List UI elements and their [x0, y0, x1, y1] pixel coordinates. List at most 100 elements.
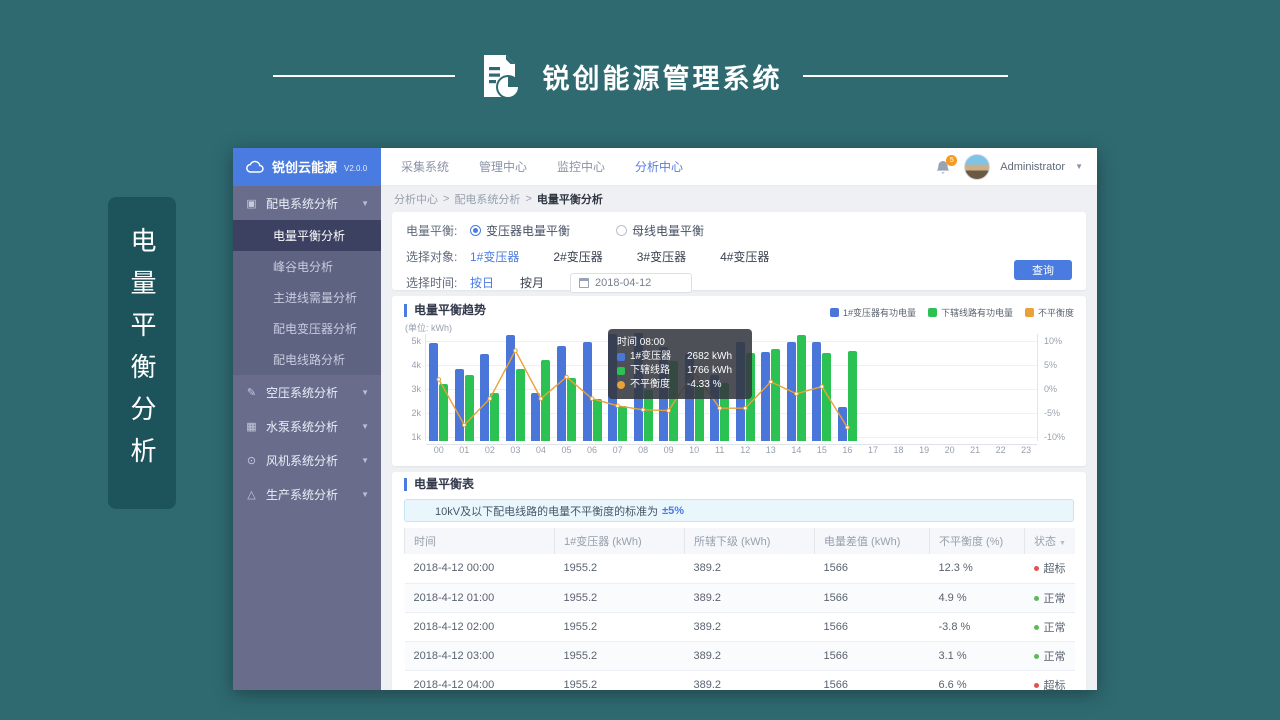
radio-icon [616, 225, 627, 236]
chevron-down-icon: ▼ [361, 422, 369, 431]
x-axis-tick: 11 [715, 445, 724, 455]
y-axis-right-tick: 10% [1044, 336, 1062, 346]
sidebar-item-1[interactable]: 峰谷电分析 [233, 251, 381, 282]
query-button[interactable]: 查询 [1014, 260, 1072, 280]
y-axis-right-tick: -5% [1044, 408, 1060, 418]
date-picker-input[interactable]: 2018-04-12 [570, 273, 692, 293]
status-badge: 正常 [1044, 651, 1066, 663]
tooltip-series-swatch-icon [617, 367, 625, 375]
chart-legend: 1#变压器有功电量下辖线路有功电量不平衡度 [830, 306, 1074, 319]
legend-item-2[interactable]: 不平衡度 [1025, 306, 1074, 319]
object-option-2[interactable]: 3#变压器 [637, 248, 686, 265]
object-option-3[interactable]: 4#变压器 [720, 248, 769, 265]
table-row: 2018-4-12 04:001955.2389.215666.6 %超标 [405, 670, 1075, 690]
table-cell: 正常 [1025, 612, 1075, 641]
date-value: 2018-04-12 [595, 277, 651, 289]
table-cell: 正常 [1025, 583, 1075, 612]
object-option-1[interactable]: 2#变压器 [553, 248, 602, 265]
sidebar-group-3[interactable]: ⊙风机系统分析▼ [233, 443, 381, 477]
header-divider-left [273, 75, 455, 77]
sidebar-group-2[interactable]: ▦水泵系统分析▼ [233, 409, 381, 443]
balance-table: 时间1#变压器 (kWh)所辖下级 (kWh)电量差值 (kWh)不平衡度 (%… [404, 528, 1075, 690]
x-axis-tick: 13 [766, 445, 776, 455]
table-cell: 1955.2 [555, 612, 685, 641]
y-axis-right-tick: 0% [1044, 384, 1057, 394]
tooltip-row-1: 下辖线路 1766 kWh [617, 364, 743, 378]
notice-text: 10kV及以下配电线路的电量不平衡度的标准为 [435, 503, 658, 519]
tooltip-series-value: 1766 kWh [687, 364, 743, 378]
x-axis-tick: 19 [919, 445, 929, 455]
top-nav-item-0[interactable]: 采集系统 [401, 158, 449, 175]
balance-radio-0[interactable]: 变压器电量平衡 [470, 222, 570, 239]
x-axis-tick: 15 [817, 445, 827, 455]
app-logo[interactable]: 锐创云能源 V2.0.0 [233, 148, 381, 186]
tooltip-series-swatch-icon [617, 381, 625, 389]
chart-unit-label: (单位: kWh) [405, 321, 452, 334]
balance-radio-1[interactable]: 母线电量平衡 [616, 222, 704, 239]
time-mode-0[interactable]: 按日 [470, 274, 494, 291]
breadcrumb: 分析中心>配电系统分析>电量平衡分析 [381, 186, 1097, 212]
table-cell: 1955.2 [555, 583, 685, 612]
status-badge: 超标 [1044, 563, 1066, 575]
table-row: 2018-4-12 01:001955.2389.215664.9 %正常 [405, 583, 1075, 612]
time-mode-1[interactable]: 按月 [520, 274, 544, 291]
tooltip-time: 时间 08:00 [617, 336, 743, 350]
column-header-5[interactable]: 状态▼ [1025, 528, 1075, 554]
sidebar-group-0[interactable]: ▣配电系统分析▼ [233, 186, 381, 220]
table-cell: 1566 [815, 554, 930, 583]
table-cell: 389.2 [685, 554, 815, 583]
x-axis-tick: 18 [893, 445, 903, 455]
top-nav-item-2[interactable]: 监控中心 [557, 158, 605, 175]
legend-swatch-icon [830, 308, 839, 317]
status-badge: 超标 [1044, 680, 1066, 691]
x-axis-tick: 02 [485, 445, 495, 455]
object-option-0[interactable]: 1#变压器 [470, 248, 519, 265]
status-dot-icon [1034, 683, 1039, 688]
table-row: 2018-4-12 02:001955.2389.21566-3.8 %正常 [405, 612, 1075, 641]
x-axis-tick: 07 [613, 445, 623, 455]
sidebar-item-4[interactable]: 配电线路分析 [233, 344, 381, 375]
sidebar-item-0[interactable]: 电量平衡分析 [233, 220, 381, 251]
distribution-grid-icon: ▣ [245, 197, 258, 210]
user-avatar[interactable] [964, 154, 990, 180]
sidebar-group-label: 水泵系统分析 [266, 418, 353, 435]
top-nav-item-1[interactable]: 管理中心 [479, 158, 527, 175]
top-nav-item-3[interactable]: 分析中心 [635, 158, 683, 175]
sidebar-submenu: 电量平衡分析峰谷电分析主进线需量分析配电变压器分析配电线路分析 [233, 220, 381, 375]
table-cell: 389.2 [685, 641, 815, 670]
tooltip-series-name: 1#变压器 [630, 350, 682, 364]
user-menu-chevron-down-icon[interactable]: ▼ [1075, 162, 1083, 171]
notification-bell-button[interactable]: 5 [936, 157, 954, 177]
table-cell: 超标 [1025, 670, 1075, 690]
table-cell: 389.2 [685, 583, 815, 612]
sidebar-group-4[interactable]: △生产系统分析▼ [233, 477, 381, 511]
balance-radio-label: 变压器电量平衡 [486, 222, 570, 239]
legend-item-1[interactable]: 下辖线路有功电量 [928, 306, 1013, 319]
table-panel: 电量平衡表 10kV及以下配电线路的电量不平衡度的标准为 ±5% 时间1#变压器… [392, 472, 1086, 690]
tooltip-series-value: -4.33 % [687, 378, 743, 392]
table-cell: 1566 [815, 670, 930, 690]
sidebar-item-3[interactable]: 配电变压器分析 [233, 313, 381, 344]
sidebar-item-2[interactable]: 主进线需量分析 [233, 282, 381, 313]
tooltip-series-name: 下辖线路 [630, 364, 682, 378]
x-axis-tick: 08 [638, 445, 648, 455]
y-axis-left-tick: 1k [411, 432, 421, 442]
table-cell: 1566 [815, 612, 930, 641]
sort-filter-icon[interactable]: ▼ [1059, 540, 1066, 547]
status-dot-icon [1034, 625, 1039, 630]
breadcrumb-item-1[interactable]: 配电系统分析 [454, 191, 520, 207]
table-cell: -3.8 % [930, 612, 1025, 641]
breadcrumb-item-2: 电量平衡分析 [537, 191, 603, 207]
table-title: 电量平衡表 [404, 478, 1086, 491]
table-cell: 2018-4-12 04:00 [405, 670, 555, 690]
table-cell: 2018-4-12 03:00 [405, 641, 555, 670]
table-cell: 1955.2 [555, 641, 685, 670]
y-axis-right-tick: 5% [1044, 360, 1057, 370]
sidebar-group-1[interactable]: ✎空压系统分析▼ [233, 375, 381, 409]
x-axis-tick: 23 [1021, 445, 1031, 455]
legend-item-0[interactable]: 1#变压器有功电量 [830, 306, 916, 319]
object-select-label: 选择对象: [406, 248, 470, 265]
table-cell: 1955.2 [555, 554, 685, 583]
x-axis-tick: 10 [689, 445, 699, 455]
breadcrumb-item-0[interactable]: 分析中心 [394, 191, 438, 207]
